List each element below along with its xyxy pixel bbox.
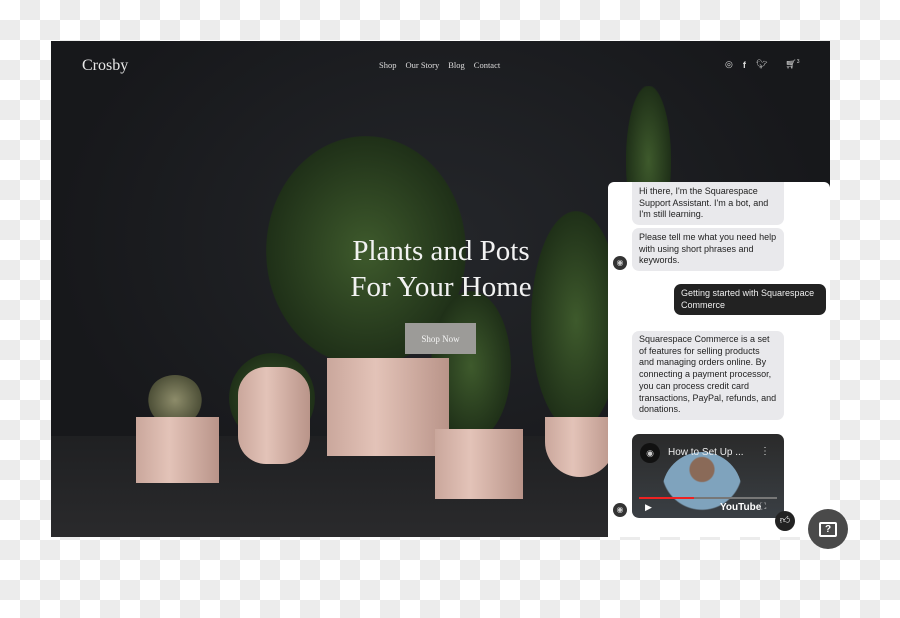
more-icon[interactable]: ⋮ (760, 446, 770, 457)
cart-icon[interactable]: 🛒︎3 (785, 59, 799, 70)
nav-shop[interactable]: Shop (379, 60, 396, 70)
nav-contact[interactable]: Contact (474, 60, 500, 70)
bot-message: Squarespace Commerce is a set of feature… (632, 331, 784, 420)
play-icon[interactable]: ▶ (645, 502, 652, 513)
help-chat-button[interactable]: ? (808, 509, 848, 549)
social-links: ◎ f 🐦︎ 🛒︎3 (725, 59, 800, 70)
squarespace-avatar-icon: ◉ (613, 503, 627, 517)
pot (435, 429, 523, 499)
facebook-icon[interactable]: f (743, 60, 746, 70)
pot (136, 417, 219, 483)
thumbs-up-icon[interactable]: 👍︎ (775, 511, 795, 531)
squarespace-logo-icon: ◉ (640, 443, 660, 463)
chat-panel: Hi there, I'm the Squarespace Support As… (608, 182, 830, 537)
video-title: How to Set Up ... (668, 447, 744, 458)
fullscreen-icon[interactable]: ⛶ (760, 501, 766, 512)
chat-question-icon: ? (818, 521, 838, 537)
bot-message: Please tell me what you need help with u… (632, 228, 784, 272)
site-logo[interactable]: Crosby (82, 57, 128, 75)
hero-title-line2: For Your Home (350, 271, 532, 303)
twitter-icon[interactable]: 🐦︎ (756, 59, 767, 70)
youtube-logo[interactable]: YouTube (720, 502, 761, 513)
youtube-video[interactable]: ◉ How to Set Up ... ⋮ ▶ YouTube ⛶ (632, 434, 784, 518)
shop-now-button[interactable]: Shop Now (405, 323, 476, 354)
instagram-icon[interactable]: ◎ (725, 59, 733, 70)
hero-title: Plants and Pots For Your Home (321, 233, 561, 305)
hero-title-line1: Plants and Pots (352, 235, 530, 267)
pot (238, 367, 310, 464)
nav-blog[interactable]: Blog (448, 60, 465, 70)
nav-our-story[interactable]: Our Story (405, 60, 439, 70)
squarespace-avatar-icon: ◉ (613, 256, 627, 270)
main-nav: Shop Our Story Blog Contact (379, 60, 500, 70)
bot-message: Hi there, I'm the Squarespace Support As… (632, 182, 784, 226)
pot (327, 358, 449, 456)
video-progress[interactable] (639, 497, 777, 499)
cart-count: 3 (796, 59, 800, 65)
user-message: Getting started with Squarespace Commerc… (674, 284, 826, 316)
